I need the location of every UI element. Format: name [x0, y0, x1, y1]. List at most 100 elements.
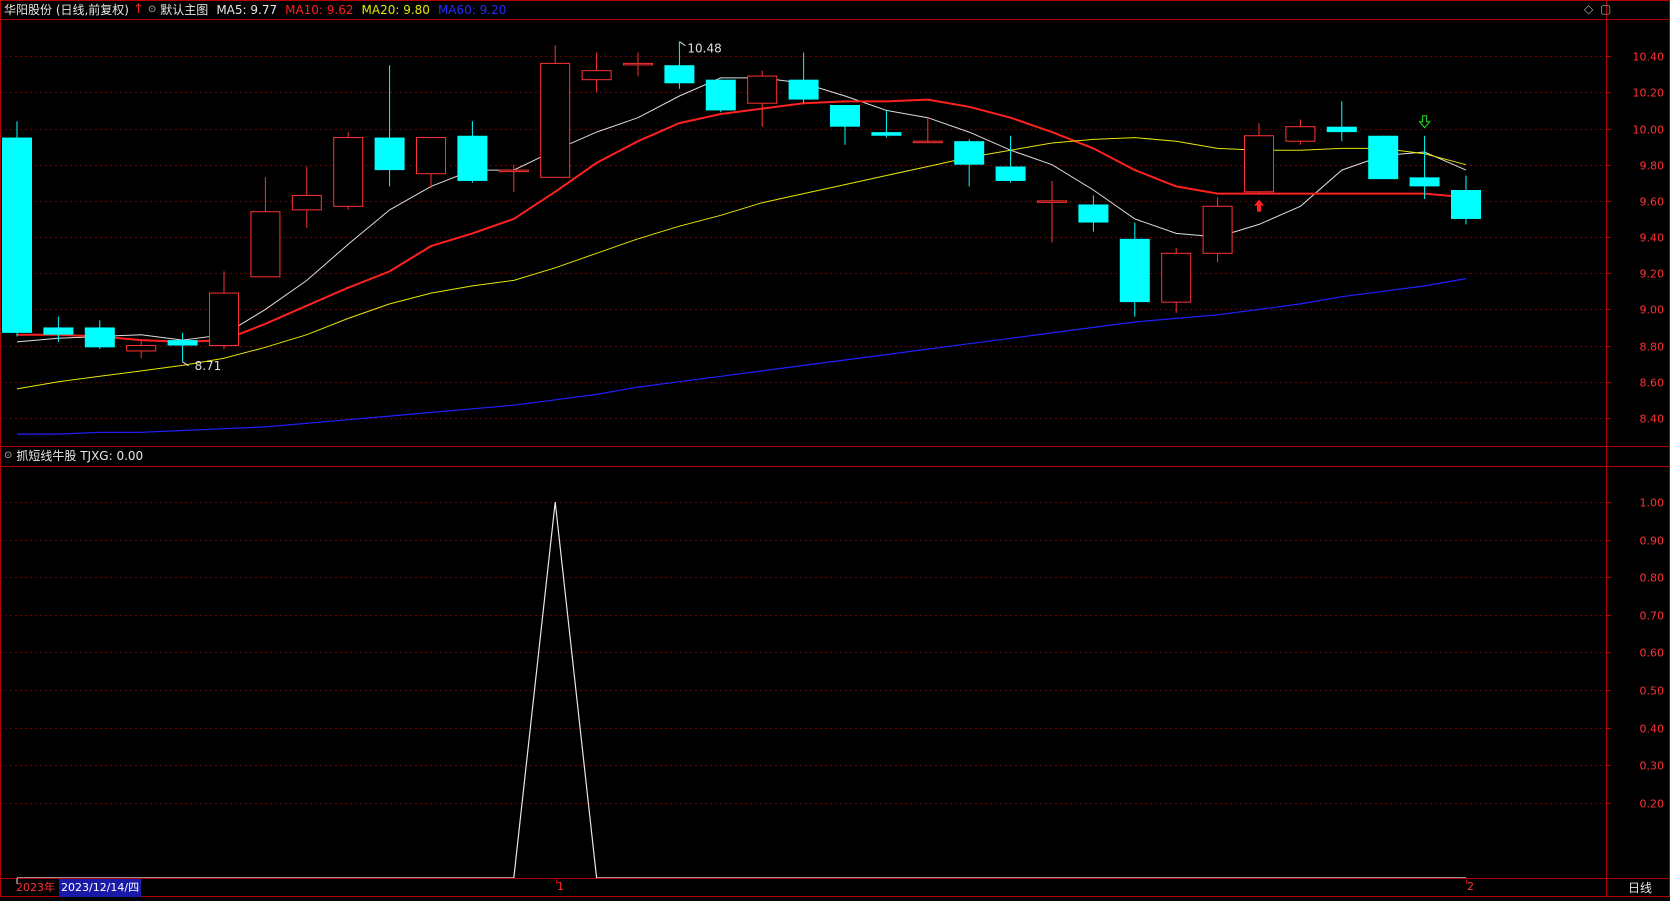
candle[interactable] [1202, 197, 1233, 263]
y-tick-label: 0.30 [1640, 760, 1665, 773]
candle[interactable] [167, 332, 198, 362]
candle[interactable] [498, 164, 529, 192]
candle[interactable] [416, 137, 446, 189]
candle[interactable] [457, 121, 488, 183]
low-price-label: 8.71 [195, 359, 222, 373]
indicator-menu-icon[interactable]: ⊙ [4, 447, 12, 465]
candle[interactable] [1368, 135, 1399, 180]
candle-body [2, 137, 32, 333]
candle-body [43, 327, 74, 335]
candle-body [457, 135, 488, 181]
date-axis: 2023年 2023/12/14/四 [16, 879, 142, 897]
chart-canvas[interactable]: 10.488.71 10.4010.2010.009.809.609.409.2… [0, 0, 1670, 897]
indicator-menu-icon[interactable]: ⊙ [148, 1, 156, 19]
window-icon[interactable]: ▢ [1600, 2, 1611, 16]
y-tick-label: 8.80 [1640, 341, 1665, 354]
y-tick-label: 9.20 [1640, 268, 1665, 281]
candle-body [1451, 190, 1481, 219]
candle-body [788, 79, 819, 100]
candle-body [498, 169, 529, 173]
candle-body [1244, 135, 1274, 193]
candle[interactable] [747, 70, 778, 127]
candle-body [1409, 177, 1440, 187]
candle-body [1368, 135, 1399, 180]
candle[interactable] [871, 110, 902, 138]
candle-body [747, 75, 778, 104]
candle[interactable] [1451, 175, 1481, 225]
candle-body [871, 132, 902, 136]
candle-body [623, 62, 653, 66]
ma60-label: MA60: 9.20 [437, 3, 507, 17]
candle[interactable] [84, 320, 115, 350]
red-arrow-icon: ↑ [133, 2, 144, 17]
candle-body [540, 62, 571, 178]
y-tick-label: 1.00 [1640, 497, 1665, 510]
candle[interactable] [374, 65, 405, 187]
candle[interactable] [1326, 101, 1357, 142]
candle[interactable] [250, 177, 281, 278]
candle-body [954, 141, 985, 165]
candle[interactable] [333, 132, 364, 210]
candle[interactable] [1037, 180, 1067, 243]
candle[interactable] [1409, 135, 1440, 200]
candle-body [830, 105, 860, 127]
y-tick-label: 8.60 [1640, 377, 1665, 390]
indicator-name[interactable]: 默认主图 [160, 1, 208, 19]
candle[interactable] [954, 139, 985, 187]
candle[interactable] [705, 79, 736, 113]
candle[interactable] [291, 166, 322, 228]
candle-body [664, 65, 695, 84]
y-tick-label: 9.60 [1640, 196, 1665, 209]
high-marker [679, 41, 686, 47]
main-chart-header: 华阳股份 (日线,前复权) ↑ ⊙ 默认主图 MA5: 9.77 MA10: 9… [4, 1, 506, 19]
sub-indicator-label: 抓短线牛股 TJXG: 0.00 [16, 449, 144, 463]
y-tick-label: 0.50 [1640, 685, 1665, 698]
diamond-icon[interactable]: ◇ [1584, 2, 1593, 16]
y-tick-label: 0.20 [1640, 798, 1665, 811]
ma5-label: MA5: 9.77 [216, 3, 278, 17]
candle-body [416, 137, 446, 175]
y-tick-label: 10.40 [1633, 51, 1665, 64]
candle[interactable] [830, 105, 860, 145]
candle-body [581, 70, 612, 81]
candle[interactable] [1119, 222, 1150, 317]
y-tick-label: 9.80 [1640, 160, 1665, 173]
month-label: 1 [557, 880, 564, 893]
candle[interactable] [2, 121, 32, 337]
candle[interactable] [209, 271, 239, 350]
candle[interactable] [581, 52, 612, 93]
candle-body [705, 79, 736, 111]
candle-body [291, 194, 322, 211]
candle-body [1326, 126, 1357, 133]
y-tick-label: 8.40 [1640, 413, 1665, 426]
y-tick-label: 10.20 [1633, 87, 1665, 100]
candle-body [250, 211, 281, 278]
candle[interactable] [1244, 123, 1274, 194]
candle[interactable] [995, 135, 1026, 183]
candle-body [995, 166, 1026, 181]
y-tick-label: 0.60 [1640, 647, 1665, 660]
year-label: 2023年 [16, 881, 55, 894]
period-button[interactable]: 日线 [1628, 879, 1652, 896]
y-tick-label: 9.00 [1640, 304, 1665, 317]
candle[interactable] [540, 45, 571, 178]
candle[interactable] [1285, 119, 1316, 145]
candle-body [209, 292, 239, 347]
candle[interactable] [788, 52, 819, 104]
candle[interactable] [1078, 195, 1109, 232]
ma20-label: MA20: 9.80 [361, 3, 430, 17]
candle-body [333, 137, 364, 207]
candle-body [374, 137, 405, 171]
candle-body [1202, 205, 1233, 254]
y-tick-label: 9.40 [1640, 232, 1665, 245]
window-frame [0, 0, 1670, 897]
stock-title[interactable]: 华阳股份 (日线,前复权) [4, 1, 129, 19]
candle[interactable] [1161, 247, 1192, 313]
candle[interactable] [623, 52, 653, 77]
sub-chart-header: ⊙ 抓短线牛股 TJXG: 0.00 [4, 447, 143, 465]
y-tick-label: 0.40 [1640, 723, 1665, 736]
candle-body [912, 140, 943, 144]
candle-body [126, 345, 157, 352]
cursor-date: 2023/12/14/四 [59, 879, 142, 897]
candle[interactable] [126, 340, 157, 359]
